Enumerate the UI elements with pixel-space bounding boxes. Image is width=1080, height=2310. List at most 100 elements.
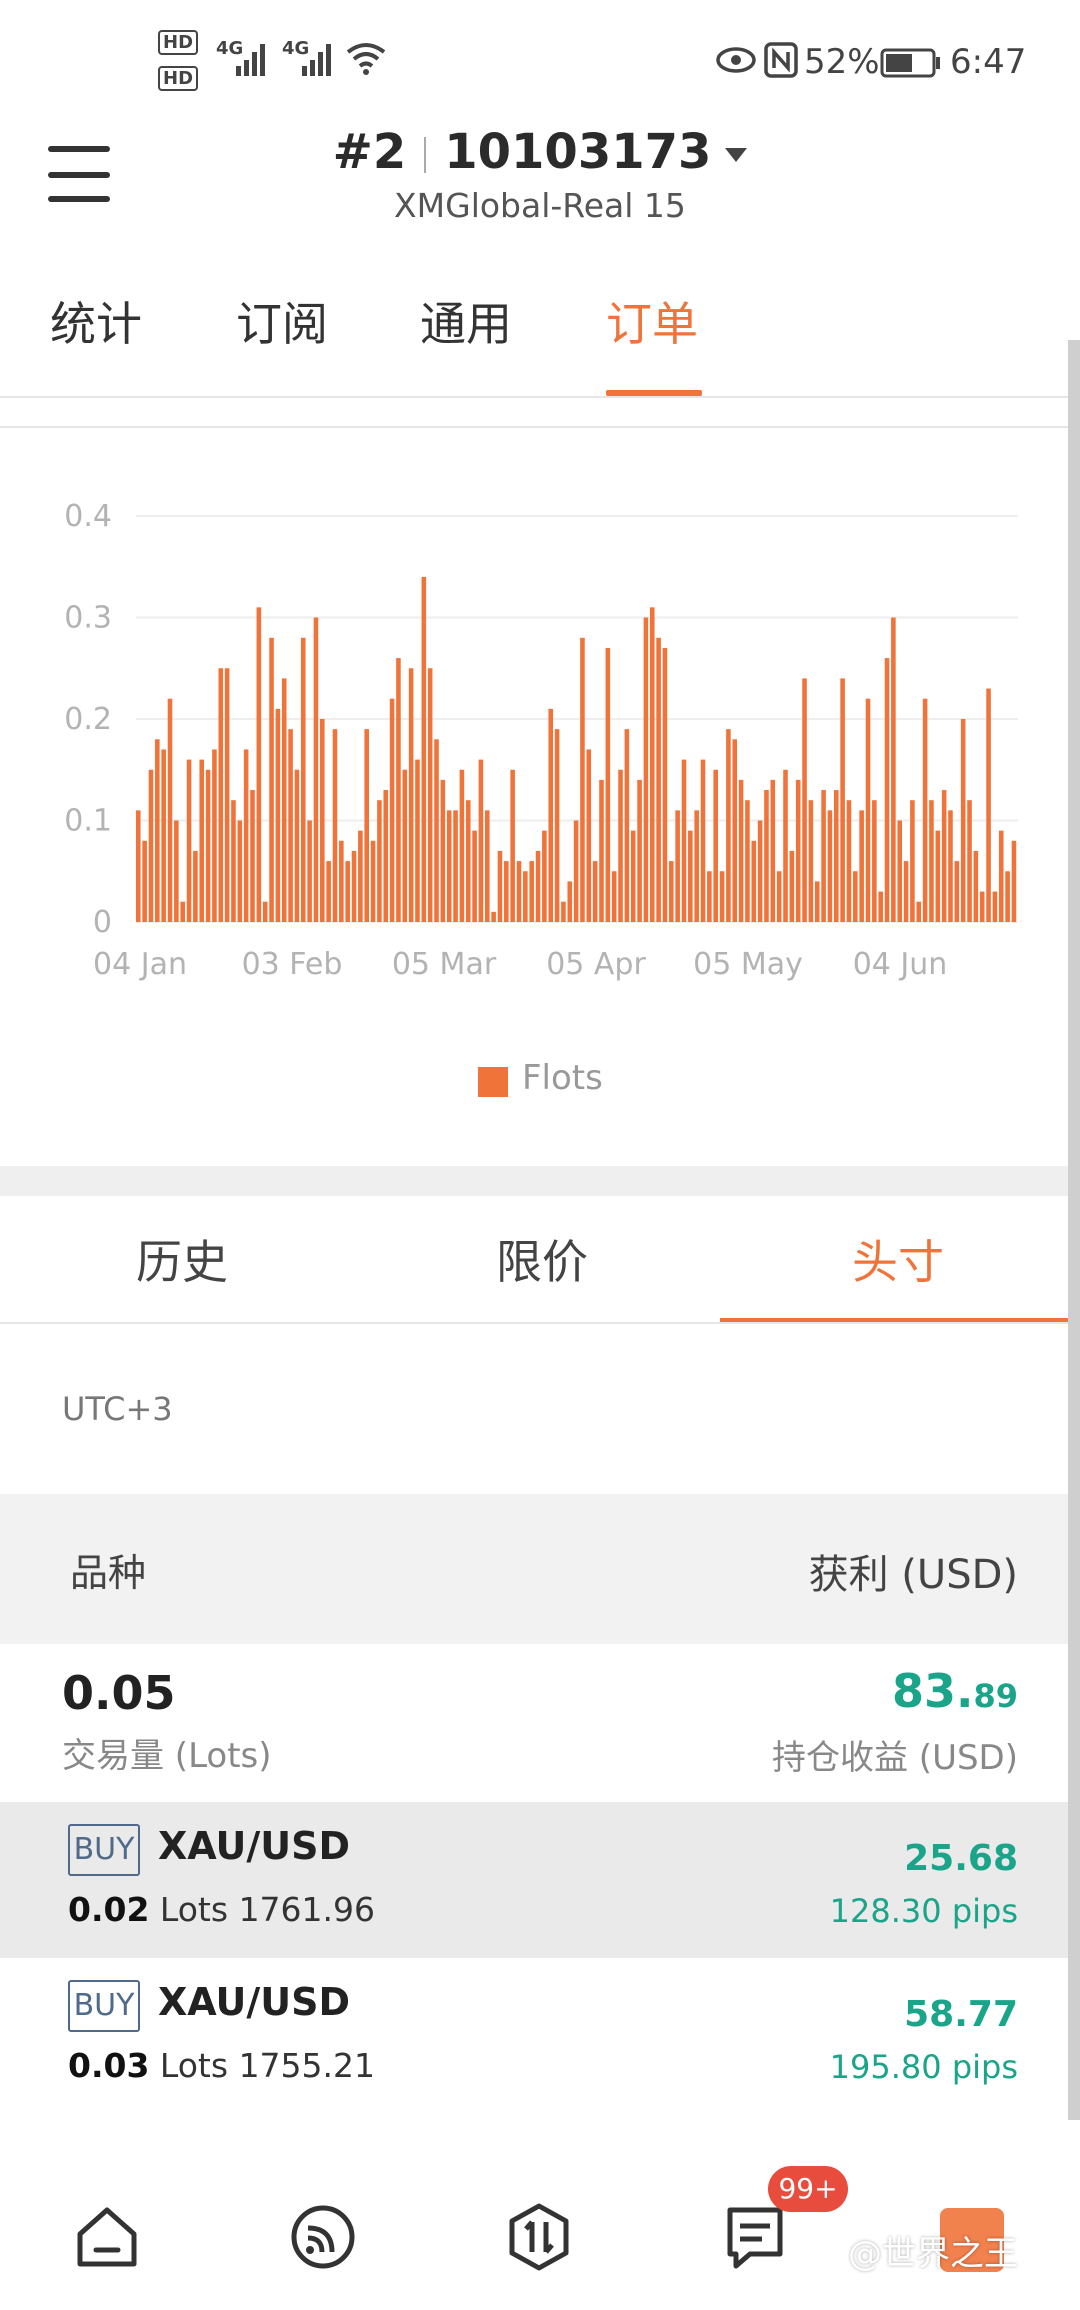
trade-icon[interactable] bbox=[504, 2202, 574, 2276]
x-tick-label: 05 Mar bbox=[392, 947, 497, 982]
bar bbox=[155, 739, 160, 922]
bar bbox=[738, 779, 744, 922]
bar bbox=[992, 891, 998, 922]
tab-subscription[interactable]: 订阅 bbox=[236, 288, 328, 354]
bar bbox=[745, 800, 750, 922]
eye-icon bbox=[716, 46, 756, 78]
bar bbox=[707, 871, 712, 922]
bar bbox=[656, 637, 661, 922]
bar bbox=[364, 729, 369, 922]
bar bbox=[694, 810, 699, 922]
scrollbar[interactable] bbox=[1068, 340, 1080, 2120]
bar bbox=[472, 830, 477, 922]
bar bbox=[592, 861, 598, 922]
bar bbox=[332, 729, 338, 922]
bar bbox=[148, 769, 154, 922]
bar bbox=[358, 830, 363, 922]
bar bbox=[237, 820, 243, 922]
tab-orders[interactable]: 订单 bbox=[606, 288, 698, 354]
bar bbox=[662, 647, 668, 922]
bar bbox=[624, 729, 630, 922]
lots-value: 0.03 bbox=[68, 2046, 150, 2085]
position-tabs: 历史 限价 头寸 bbox=[0, 1196, 1072, 1326]
position-lots: 0.02 Lots 1761.96 bbox=[68, 1890, 375, 1929]
tab-positions[interactable]: 头寸 bbox=[852, 1226, 944, 1292]
position-pips: 195.80 pips bbox=[829, 2048, 1018, 2086]
bar bbox=[649, 607, 655, 922]
bar bbox=[814, 881, 820, 922]
orders-icon[interactable] bbox=[720, 2202, 790, 2276]
x-tick-label: 04 Jun bbox=[853, 947, 948, 982]
bar bbox=[478, 759, 484, 922]
tab-history[interactable]: 历史 bbox=[136, 1226, 228, 1292]
position-row[interactable]: BUY XAU/USD 0.02 Lots 1761.96 25.68 128.… bbox=[0, 1802, 1072, 1958]
account-selector[interactable]: #2 10103173 bbox=[0, 124, 1080, 180]
bar bbox=[732, 739, 738, 922]
bar bbox=[935, 830, 941, 922]
divider bbox=[0, 1322, 1072, 1324]
bar bbox=[973, 850, 979, 922]
total-profit-integer: 83. bbox=[891, 1664, 974, 1718]
bar bbox=[922, 698, 928, 922]
bar bbox=[872, 800, 877, 922]
bar bbox=[719, 871, 725, 922]
bar bbox=[548, 708, 554, 922]
bar bbox=[827, 810, 833, 922]
bar bbox=[833, 790, 839, 922]
position-row[interactable]: BUY XAU/USD 0.03 Lots 1755.21 58.77 195.… bbox=[0, 1958, 1072, 2114]
bar bbox=[294, 769, 300, 922]
bar bbox=[288, 729, 293, 922]
bar bbox=[415, 759, 420, 922]
bar bbox=[795, 779, 801, 922]
position-pips: 128.30 pips bbox=[829, 1892, 1018, 1930]
bar bbox=[243, 749, 249, 922]
bar bbox=[561, 901, 566, 922]
bar bbox=[250, 790, 255, 922]
bar bbox=[510, 769, 515, 922]
wifi-icon bbox=[344, 40, 388, 80]
nfc-icon bbox=[764, 42, 798, 82]
lots-label: Lots bbox=[159, 2046, 229, 2085]
bar bbox=[764, 790, 769, 922]
bar bbox=[300, 637, 306, 922]
position-lots: 0.03 Lots 1755.21 bbox=[68, 2046, 375, 2085]
bar bbox=[789, 850, 795, 922]
top-tabs: 统计 订阅 通用 订单 bbox=[0, 250, 1072, 398]
bar bbox=[161, 749, 166, 922]
position-profit: 58.77 bbox=[904, 1994, 1018, 2035]
signal-feed-icon[interactable] bbox=[288, 2202, 358, 2276]
bar bbox=[954, 861, 960, 922]
bar bbox=[465, 800, 471, 922]
bar bbox=[726, 729, 731, 922]
bar bbox=[802, 678, 807, 922]
y-tick-label: 0.2 bbox=[64, 702, 112, 737]
y-tick-label: 0 bbox=[93, 905, 112, 940]
x-tick-label: 05 May bbox=[693, 947, 803, 982]
tab-statistics[interactable]: 统计 bbox=[50, 288, 142, 354]
bar bbox=[269, 637, 274, 922]
status-bar: HD HD 4G 4G 52% 6:47 bbox=[0, 0, 1080, 120]
bar bbox=[669, 861, 674, 922]
home-icon[interactable] bbox=[72, 2202, 142, 2276]
bar bbox=[446, 810, 452, 922]
hd1-indicator: HD bbox=[158, 30, 199, 55]
bar bbox=[713, 769, 718, 922]
bar bbox=[630, 830, 636, 922]
bar bbox=[307, 820, 312, 922]
bar bbox=[167, 698, 173, 922]
bar bbox=[427, 668, 433, 922]
total-profit: 83.89 bbox=[892, 1664, 1018, 1718]
legend-swatch bbox=[478, 1067, 508, 1097]
legend-label: Flots bbox=[522, 1058, 603, 1098]
bar bbox=[351, 850, 357, 922]
bar bbox=[700, 759, 706, 922]
tab-general[interactable]: 通用 bbox=[420, 288, 512, 354]
bar bbox=[320, 719, 325, 922]
lots-label: Lots bbox=[159, 1890, 229, 1929]
bar bbox=[326, 861, 331, 922]
tab-pending[interactable]: 限价 bbox=[496, 1226, 588, 1292]
bar bbox=[275, 708, 281, 922]
bar bbox=[960, 719, 966, 922]
column-header-symbol: 品种 bbox=[70, 1551, 147, 1595]
total-volume: 0.05 bbox=[62, 1666, 176, 1720]
